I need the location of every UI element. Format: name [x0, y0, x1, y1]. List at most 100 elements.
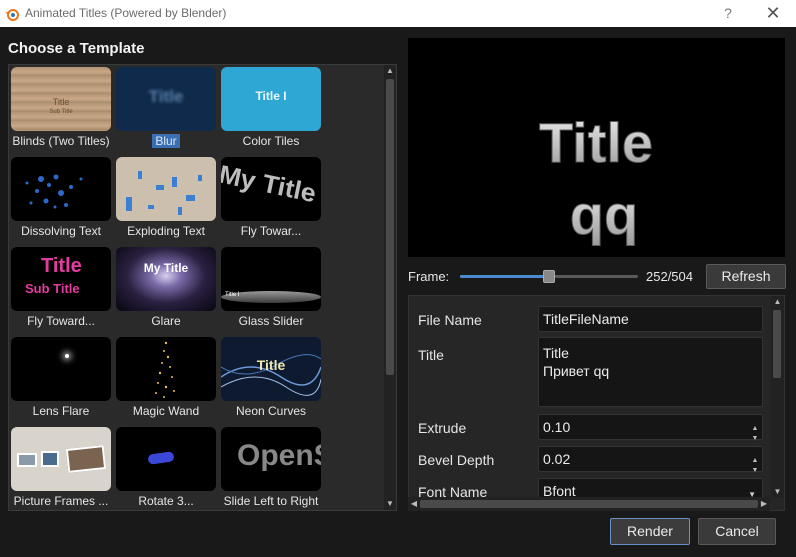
file-name-label: File Name: [418, 312, 482, 328]
template-tile[interactable]: Exploding Text: [114, 155, 218, 245]
frame-slider[interactable]: [460, 270, 638, 283]
extrude-label: Extrude: [418, 420, 467, 436]
template-tile[interactable]: Title Sub Title Fly Toward...: [9, 245, 113, 335]
preview-line1: Title: [539, 111, 653, 174]
template-thumbnail: Title I: [221, 247, 321, 311]
template-tile[interactable]: My Title Fly Towar...: [219, 155, 323, 245]
refresh-button[interactable]: Refresh: [706, 264, 786, 289]
scroll-down-icon[interactable]: ▼: [384, 498, 396, 510]
preview-render: Title qq: [538, 111, 653, 247]
template-tile[interactable]: OpenS Slide Left to Right: [219, 425, 323, 510]
sparkle-graphic: [155, 341, 175, 398]
template-tile[interactable]: Dissolving Text: [9, 155, 113, 245]
title-label: Title: [418, 347, 444, 363]
template-tile[interactable]: Magic Wand: [114, 335, 218, 425]
frame-slider-fill: [460, 275, 549, 278]
template-thumbnail: Title Sub Title: [11, 67, 111, 131]
title-line-2: Привет qq: [543, 363, 610, 379]
scrollbar-thumb[interactable]: [773, 310, 781, 378]
rotate-shape: [147, 451, 175, 465]
help-button[interactable]: ?: [718, 3, 738, 23]
template-tile[interactable]: Title Sub Title Blinds (Two Titles): [9, 65, 113, 155]
template-label: Exploding Text: [127, 224, 205, 238]
thumb-text: Title: [256, 357, 286, 373]
scroll-up-icon[interactable]: ▲: [384, 65, 396, 77]
template-tile[interactable]: Title Blur: [114, 65, 218, 155]
cancel-button[interactable]: Cancel: [698, 518, 776, 545]
template-tile[interactable]: Rotate 3...: [114, 425, 218, 510]
thumb-text: Title I: [225, 292, 240, 298]
window-title: Animated Titles (Powered by Blender): [25, 6, 227, 20]
thumb-text: Title: [52, 97, 70, 107]
photo-frame: [65, 445, 107, 473]
title-textarea[interactable]: Title Привет qq: [538, 337, 763, 407]
properties-hscrollbar[interactable]: ◀ ▶: [408, 497, 770, 511]
title-preview: Title qq: [408, 38, 785, 257]
thumb-text: OpenS: [237, 439, 321, 472]
template-thumbnail: [11, 157, 111, 221]
title-bar: Animated Titles (Powered by Blender) ? ✕: [0, 0, 796, 27]
template-label: Blur: [114, 134, 218, 148]
scroll-up-icon[interactable]: ▲: [771, 296, 784, 308]
template-thumbnail: OpenS: [221, 427, 321, 491]
template-label: Lens Flare: [32, 404, 90, 418]
particle-graphic: [25, 174, 83, 209]
thumb-text: Title I: [255, 89, 287, 103]
template-label: Neon Curves: [235, 404, 307, 418]
frame-value: 252/504: [646, 269, 693, 284]
template-tile[interactable]: Title Neon Curves: [219, 335, 323, 425]
template-tile[interactable]: My Title Glare: [114, 245, 218, 335]
properties-panel: File Name TitleFileName Title Title Прив…: [408, 295, 785, 511]
scroll-down-icon[interactable]: ▼: [771, 486, 784, 498]
template-label: Color Tiles: [242, 134, 300, 148]
template-thumbnail: Title I: [221, 67, 321, 131]
file-name-field[interactable]: TitleFileName: [538, 306, 763, 332]
template-grid: Title Sub Title Blinds (Two Titles) Titl…: [8, 64, 397, 511]
render-button[interactable]: Render: [610, 518, 690, 545]
template-label: Blinds (Two Titles): [12, 134, 110, 148]
bevel-depth-spinbox[interactable]: 0.02 ▲ ▼: [538, 446, 763, 474]
flare-dot: [65, 354, 69, 358]
template-thumbnail: My Title: [116, 247, 216, 311]
thumb-text: My Title: [143, 261, 189, 275]
template-tile[interactable]: Lens Flare: [9, 335, 113, 425]
template-thumbnail: My Title: [221, 157, 321, 221]
close-button[interactable]: ✕: [762, 3, 784, 25]
template-label: Slide Left to Right: [223, 494, 319, 508]
template-thumbnail: [116, 337, 216, 401]
title-line-1: Title: [543, 345, 569, 361]
template-thumbnail: Title: [221, 337, 321, 401]
template-thumbnail: Title Sub Title: [11, 247, 111, 311]
thumb-text: Title: [148, 87, 184, 106]
frame-label: Frame:: [408, 269, 450, 284]
explosion-graphic: [126, 171, 202, 215]
template-tile[interactable]: Title I Color Tiles: [219, 65, 323, 155]
scrollbar-thumb[interactable]: [420, 500, 758, 508]
template-scrollbar[interactable]: ▲ ▼: [384, 65, 396, 510]
extrude-spinbox[interactable]: 0.10 ▲ ▼: [538, 414, 763, 442]
frame-slider-handle[interactable]: [543, 270, 555, 283]
template-tile[interactable]: Title I Glass Slider: [219, 245, 323, 335]
thumb-text: Title: [41, 255, 82, 277]
template-thumbnail: Title: [116, 67, 216, 131]
properties-scrollbar[interactable]: ▲ ▼: [771, 296, 784, 498]
template-label: Dissolving Text: [21, 224, 101, 238]
thumb-text: My Title: [221, 158, 316, 209]
scroll-left-icon[interactable]: ◀: [408, 497, 420, 511]
template-label: Fly Toward...: [27, 314, 95, 328]
template-label: Picture Frames ...: [13, 494, 109, 508]
scrollbar-thumb[interactable]: [386, 79, 394, 375]
frame-row: Frame: 252/504 Refresh: [404, 264, 789, 290]
template-thumbnail: [116, 427, 216, 491]
preview-line2: qq: [570, 183, 638, 246]
bevel-depth-label: Bevel Depth: [418, 452, 495, 468]
scroll-right-icon[interactable]: ▶: [758, 497, 770, 511]
photo-frame: [41, 451, 59, 467]
thumb-subtext: Sub Title: [25, 281, 80, 296]
template-label: Rotate 3...: [138, 494, 194, 508]
template-thumbnail: [116, 157, 216, 221]
template-thumbnail: [11, 427, 111, 491]
template-label: Glare: [151, 314, 181, 328]
template-tile[interactable]: Picture Frames ...: [9, 425, 113, 510]
choose-template-heading: Choose a Template: [8, 40, 145, 57]
